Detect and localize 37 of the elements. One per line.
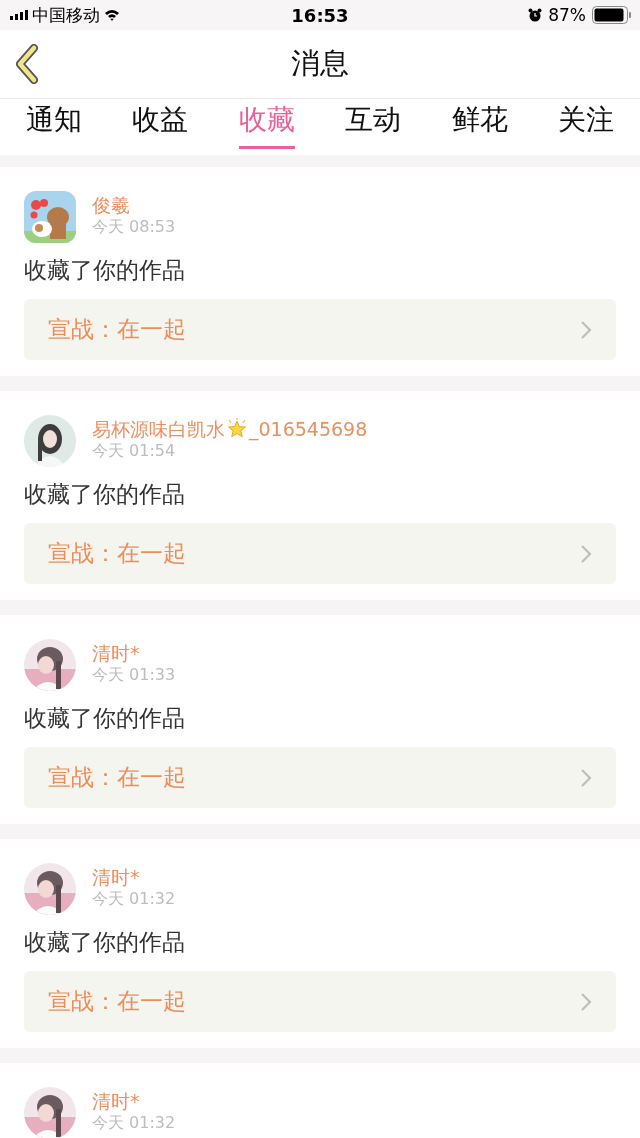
message-time: 今天 01:32 (92, 1113, 176, 1132)
user-name[interactable]: 清时* (92, 865, 140, 889)
chevron-icon (580, 319, 592, 340)
message-time: 今天 08:53 (92, 217, 176, 236)
battery-percent: 87% (548, 5, 586, 25)
tab[interactable]: 互动 (345, 99, 402, 149)
chevron-icon (580, 991, 592, 1012)
message-text: 收藏了你的作品 (24, 928, 186, 957)
user-name[interactable]: 清时* (92, 641, 140, 665)
status-time: 16:53 (290, 4, 350, 26)
work-link[interactable]: 宣战：在一起 (24, 523, 616, 584)
tab[interactable]: 收益 (132, 99, 189, 149)
message-text: 收藏了你的作品 (24, 256, 186, 285)
wifi-icon (104, 9, 120, 21)
message-time: 今天 01:54 (92, 441, 177, 460)
work-link[interactable]: 宣战：在一起 (24, 299, 616, 360)
work-link[interactable]: 宣战：在一起 (24, 971, 616, 1032)
message-text: 收藏了你的作品 (24, 704, 186, 733)
user-id: _016545698 (249, 417, 368, 441)
tab[interactable]: 关注 (557, 99, 614, 149)
signal-icon (10, 10, 28, 20)
tab[interactable]: 通知 (26, 99, 82, 149)
user-name[interactable]: 清时* (92, 1089, 140, 1113)
work-link[interactable]: 宣战：在一起 (24, 747, 616, 808)
tab[interactable]: 鲜花 (451, 99, 508, 149)
carrier-name: 中国移动 (32, 3, 100, 27)
page-title: 消息 (290, 45, 350, 82)
message-time: 今天 01:33 (92, 665, 176, 684)
alarm-icon (528, 8, 543, 22)
user-name[interactable]: 易杯源味白凯水 (92, 417, 225, 441)
message-time: 今天 01:32 (92, 889, 176, 908)
battery-icon (592, 6, 632, 24)
chevron-icon (580, 543, 592, 564)
message-text: 收藏了你的作品 (24, 480, 186, 509)
tab[interactable]: 收藏 (238, 99, 295, 149)
user-name[interactable]: 俊羲 (92, 193, 130, 217)
chevron-icon (580, 767, 592, 788)
